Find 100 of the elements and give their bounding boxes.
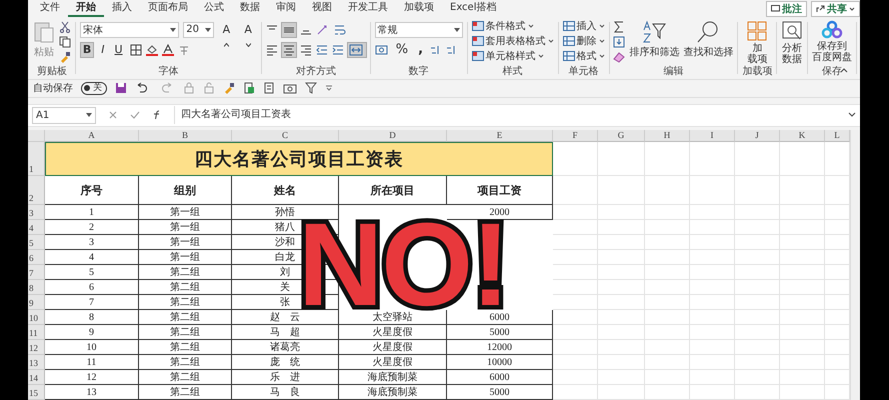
column-header[interactable]: F <box>553 130 598 142</box>
save-to-cloud-button[interactable]: 保存到 百度网盘 <box>812 41 852 63</box>
ribbon-tab[interactable]: 审阅 <box>268 0 304 17</box>
name-box[interactable]: A1 <box>32 106 96 124</box>
column-header[interactable]: J <box>735 130 780 142</box>
row-header[interactable]: 13 <box>28 355 45 370</box>
italic-button[interactable]: I <box>98 42 108 58</box>
ribbon-tab[interactable]: 文件 <box>32 0 68 17</box>
column-header[interactable]: L <box>825 130 850 142</box>
row-header[interactable]: 10 <box>28 310 45 325</box>
format-painter-icon[interactable] <box>223 82 235 94</box>
cancel-icon[interactable] <box>108 110 118 120</box>
function-icon[interactable] <box>152 110 162 120</box>
column-header[interactable]: H <box>645 130 690 142</box>
row-header[interactable]: 4 <box>28 220 45 235</box>
increase-indent-icon[interactable] <box>332 44 344 56</box>
cut-icon[interactable] <box>59 21 71 33</box>
sum-icon[interactable] <box>613 21 626 33</box>
row-header[interactable]: 15 <box>28 385 45 400</box>
percent-button[interactable]: % <box>392 42 412 58</box>
ribbon-tab[interactable]: 公式 <box>196 0 232 17</box>
grow-font-button[interactable]: A <box>218 22 236 38</box>
comment-button[interactable]: 批注 <box>766 0 807 16</box>
number-format-field[interactable]: 常规 <box>374 22 463 38</box>
ribbon-tab[interactable]: Excel搭档 <box>442 0 504 17</box>
decrease-indent-icon[interactable] <box>316 44 328 56</box>
paste-values-icon[interactable] <box>243 82 255 94</box>
eraser-icon[interactable] <box>613 51 626 63</box>
column-header[interactable]: D <box>339 130 447 142</box>
ribbon-tab[interactable]: 数据 <box>232 0 268 17</box>
align-right-icon[interactable] <box>300 44 312 56</box>
ribbon-tab[interactable]: 插入 <box>104 0 140 17</box>
collapse-ribbon-icon[interactable] <box>840 68 848 74</box>
table-cell: 2 <box>45 220 139 235</box>
merge-center-icon[interactable] <box>348 42 366 56</box>
align-center-icon[interactable] <box>282 42 296 56</box>
row-header[interactable]: 12 <box>28 340 45 355</box>
row-header[interactable]: 1 <box>28 142 45 176</box>
column-header[interactable]: B <box>139 130 232 142</box>
vertical-scrollbar[interactable] <box>850 130 860 400</box>
sort-filter-button[interactable]: 排序和筛选 <box>629 45 680 59</box>
column-header[interactable]: I <box>690 130 735 142</box>
styles-menu-button[interactable]: 条件格式 <box>472 19 534 33</box>
column-header[interactable]: C <box>232 130 339 142</box>
borders-icon[interactable] <box>130 44 142 56</box>
font-color-icon[interactable] <box>162 44 174 56</box>
find-select-button[interactable]: 查找和选择 <box>683 45 734 59</box>
autosave-toggle[interactable]: 关 <box>81 82 107 95</box>
row-header[interactable]: 5 <box>28 235 45 250</box>
row-header[interactable]: 7 <box>28 265 45 280</box>
save-icon[interactable] <box>115 82 127 94</box>
column-header[interactable]: E <box>447 130 553 142</box>
row-header[interactable]: 2 <box>28 176 45 205</box>
comma-button[interactable]: , <box>415 42 426 58</box>
currency-icon[interactable] <box>374 44 389 56</box>
formula-field[interactable]: 四大名著公司项目工资表 <box>174 106 836 124</box>
dropdown-caret-icon <box>454 28 460 32</box>
align-left-icon[interactable] <box>266 44 278 56</box>
table-cell: 火星度假 <box>339 340 447 355</box>
copy-icon[interactable] <box>59 36 71 48</box>
table-cell: 乐 进 <box>232 370 339 385</box>
column-header[interactable]: G <box>598 130 645 142</box>
ribbon-tab[interactable]: 开发工具 <box>340 0 396 17</box>
column-header[interactable]: A <box>45 130 139 142</box>
table-cell: 第一组 <box>139 235 232 250</box>
ribbon-tab[interactable]: 视图 <box>304 0 340 17</box>
cells-menu-button[interactable]: 删除 <box>562 34 605 48</box>
row-header[interactable]: 11 <box>28 325 45 340</box>
row-header[interactable]: 3 <box>28 205 45 220</box>
fill-color-icon[interactable] <box>146 44 158 56</box>
expand-caret-icon[interactable] <box>848 112 856 118</box>
column-header[interactable]: K <box>780 130 825 142</box>
wrap-text-icon[interactable] <box>334 24 346 36</box>
bold-button[interactable]: B <box>80 42 94 58</box>
row-header[interactable]: 8 <box>28 280 45 295</box>
camera-icon[interactable] <box>283 82 297 94</box>
row-header[interactable]: 9 <box>28 295 45 310</box>
share-button[interactable]: 共享 <box>811 0 860 16</box>
document-icon[interactable] <box>263 82 275 94</box>
analyze-data-button[interactable]: 分析 数据 <box>782 43 802 65</box>
filter-icon[interactable] <box>305 82 317 94</box>
cells-menu-button[interactable]: 插入 <box>562 19 605 33</box>
format-painter-icon[interactable] <box>59 51 71 63</box>
row-header[interactable]: 6 <box>28 250 45 265</box>
font-size-field[interactable]: 20 <box>183 22 214 38</box>
cells-menu-button[interactable]: 格式 <box>562 49 605 63</box>
row-header[interactable]: 14 <box>28 370 45 385</box>
ribbon-tab[interactable]: 加载项 <box>396 0 442 17</box>
enter-icon[interactable] <box>130 110 140 120</box>
styles-menu-button[interactable]: 单元格样式 <box>472 49 544 63</box>
add-ins-button[interactable]: 加 载项 <box>747 43 768 65</box>
shrink-font-button[interactable]: A <box>239 22 257 38</box>
empty-cell <box>598 220 645 235</box>
align-middle-icon[interactable] <box>282 22 296 36</box>
customize-caret-icon[interactable] <box>325 84 333 92</box>
ribbon-tab[interactable]: 页面布局 <box>140 0 196 17</box>
font-name-field[interactable]: 宋体 <box>80 22 180 38</box>
fill-down-icon[interactable] <box>613 36 626 48</box>
underline-button[interactable]: U <box>112 42 126 58</box>
styles-menu-button[interactable]: 套用表格格式 <box>472 34 554 48</box>
